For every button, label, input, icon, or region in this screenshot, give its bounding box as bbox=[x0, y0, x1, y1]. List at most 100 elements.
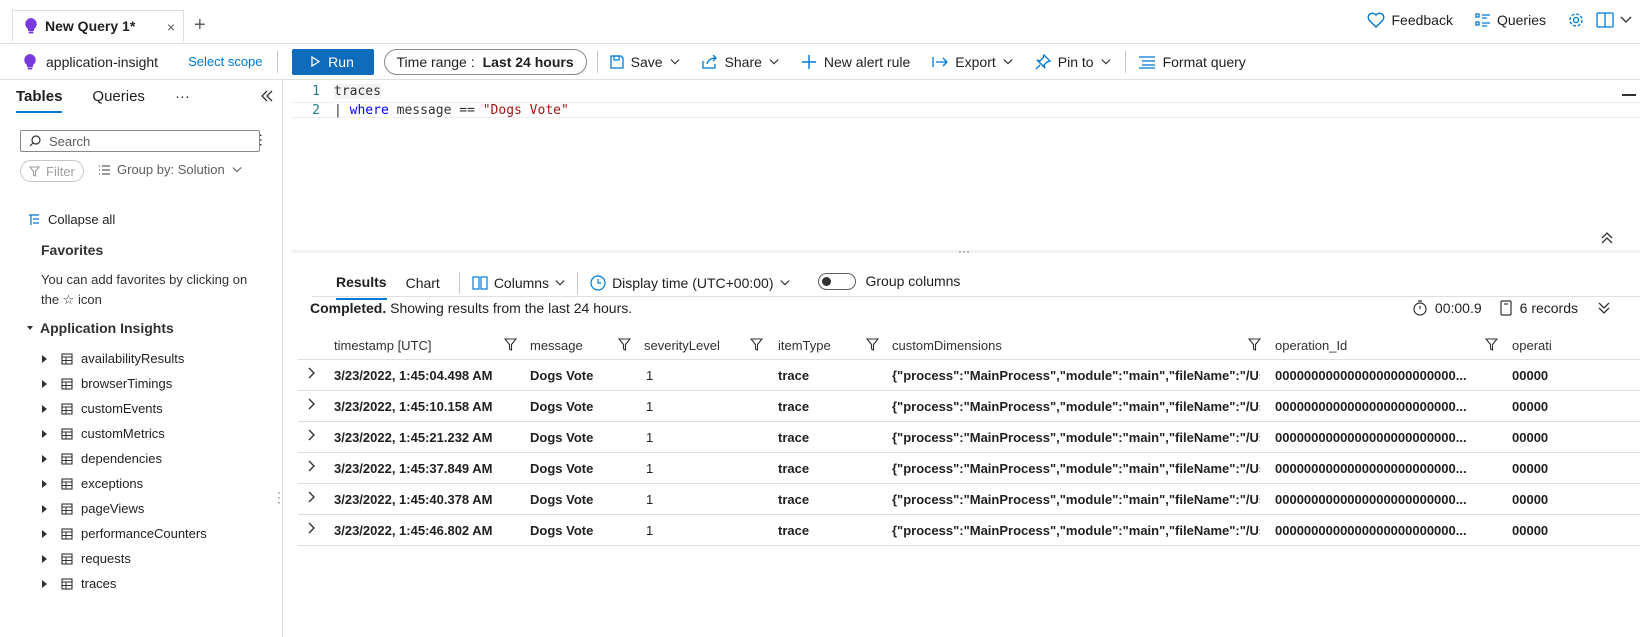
expand-row-icon[interactable] bbox=[308, 357, 316, 388]
time-range-button[interactable]: Time range : Last 24 hours bbox=[383, 48, 587, 75]
collapse-editor-icon[interactable] bbox=[1601, 232, 1613, 244]
expand-row-icon[interactable] bbox=[308, 512, 316, 543]
column-filter-icon[interactable] bbox=[750, 338, 763, 351]
table-cell: {"process":"MainProcess","module":"main"… bbox=[892, 368, 1260, 383]
format-query-button[interactable]: Format query bbox=[1138, 54, 1246, 70]
table-row[interactable]: 3/23/2022, 1:45:46.802 AM Dogs Vote 1 trace… bbox=[298, 515, 1640, 546]
new-alert-rule-button[interactable]: New alert rule bbox=[801, 54, 910, 70]
code-pipe: | bbox=[334, 103, 350, 118]
expand-row-icon[interactable] bbox=[308, 450, 316, 481]
new-alert-label: New alert rule bbox=[823, 53, 911, 70]
filter-button[interactable]: Filter bbox=[20, 160, 84, 182]
column-filter-icon[interactable] bbox=[1485, 338, 1498, 351]
table-icon bbox=[61, 527, 73, 540]
columns-button[interactable]: Columns bbox=[472, 275, 565, 291]
table-cell: 00000 bbox=[1512, 461, 1549, 476]
new-tab-button[interactable]: + bbox=[194, 14, 206, 37]
pin-to-button[interactable]: Pin to bbox=[1035, 53, 1111, 70]
table-item-pageViews[interactable]: pageViews bbox=[42, 496, 207, 521]
chevron-down-icon bbox=[779, 278, 790, 288]
column-header[interactable]: message bbox=[530, 330, 618, 360]
column-header[interactable]: operati bbox=[1512, 330, 1640, 360]
column-filter-icon[interactable] bbox=[618, 338, 631, 351]
caret-right-icon bbox=[42, 529, 47, 538]
more-options-icon[interactable]: ··· bbox=[175, 88, 190, 113]
column-header[interactable]: customDimensions bbox=[892, 330, 1260, 360]
pane-resize-handle[interactable]: · · · bbox=[277, 486, 281, 508]
search-more-icon[interactable]: ··· bbox=[254, 133, 270, 147]
column-header[interactable]: severityLevel bbox=[644, 330, 748, 360]
table-item-availabilityResults[interactable]: availabilityResults bbox=[42, 346, 207, 371]
column-header[interactable]: timestamp [UTC] bbox=[334, 330, 504, 360]
table-row[interactable]: 3/23/2022, 1:45:10.158 AM Dogs Vote 1 trace… bbox=[298, 391, 1640, 422]
table-item-browserTimings[interactable]: browserTimings bbox=[42, 371, 207, 396]
table-item-exceptions[interactable]: exceptions bbox=[42, 471, 207, 496]
layout-button[interactable] bbox=[1596, 12, 1614, 28]
collapse-pane-icon[interactable] bbox=[261, 90, 273, 102]
chevron-down-icon bbox=[769, 57, 779, 67]
column-header[interactable]: operation_Id bbox=[1275, 330, 1497, 360]
table-icon bbox=[61, 427, 73, 440]
expand-row-icon[interactable] bbox=[308, 388, 316, 419]
table-row[interactable]: 3/23/2022, 1:45:04.498 AM Dogs Vote 1 trace… bbox=[298, 360, 1640, 391]
toggle-switch[interactable] bbox=[817, 272, 856, 290]
select-scope-link[interactable]: Select scope bbox=[188, 54, 262, 69]
layout-dropdown[interactable] bbox=[1620, 16, 1632, 24]
table-item-customEvents[interactable]: customEvents bbox=[42, 396, 207, 421]
save-button[interactable]: Save bbox=[609, 54, 680, 70]
search-input[interactable]: Search bbox=[20, 130, 260, 152]
table-item-traces[interactable]: traces bbox=[42, 571, 207, 596]
chevron-down-icon bbox=[1620, 16, 1632, 24]
queries-button[interactable]: Queries bbox=[1475, 12, 1546, 28]
table-item-dependencies[interactable]: dependencies bbox=[42, 446, 207, 471]
table-row[interactable]: 3/23/2022, 1:45:21.232 AM Dogs Vote 1 trace… bbox=[298, 422, 1640, 453]
tab-new-query-1[interactable]: New Query 1* × bbox=[12, 10, 184, 43]
query-toolbar: application-insight Select scope Run Tim… bbox=[0, 44, 1640, 80]
search-placeholder: Search bbox=[49, 133, 91, 149]
export-label: Export bbox=[955, 53, 996, 70]
table-name: pageViews bbox=[81, 501, 145, 516]
group-columns-toggle[interactable]: Group columns bbox=[817, 272, 960, 290]
expand-row-icon[interactable] bbox=[308, 481, 316, 512]
chevron-down-icon bbox=[232, 165, 242, 175]
query-editor[interactable]: 1 traces 2 | where message == "Dogs Vote" bbox=[292, 80, 1640, 250]
table-row[interactable]: 3/23/2022, 1:45:40.378 AM Dogs Vote 1 trace… bbox=[298, 484, 1640, 515]
tab-queries[interactable]: Queries bbox=[92, 88, 145, 113]
run-button[interactable]: Run bbox=[291, 48, 374, 75]
export-icon bbox=[932, 56, 949, 68]
feedback-button[interactable]: Feedback bbox=[1367, 12, 1453, 28]
column-filter-icon[interactable] bbox=[504, 338, 517, 351]
table-cell: 0000000000000000000000000... bbox=[1275, 461, 1467, 476]
table-item-requests[interactable]: requests bbox=[42, 546, 207, 571]
table-cell: Dogs Vote bbox=[530, 430, 594, 445]
settings-button[interactable] bbox=[1568, 12, 1584, 28]
share-button[interactable]: Share bbox=[701, 54, 779, 70]
code-keyword: where bbox=[349, 103, 389, 118]
time-range-label: Time range : bbox=[396, 53, 475, 70]
export-button[interactable]: Export bbox=[932, 53, 1013, 70]
feedback-label: Feedback bbox=[1391, 12, 1453, 28]
table-item-customMetrics[interactable]: customMetrics bbox=[42, 421, 207, 446]
column-filter-icon[interactable] bbox=[866, 338, 879, 351]
expand-chevron-icon[interactable] bbox=[1598, 302, 1610, 314]
column-header[interactable]: itemType bbox=[778, 330, 872, 360]
display-time-dropdown[interactable]: Display time (UTC+00:00) bbox=[590, 275, 790, 291]
table-cell: 0000000000000000000000000... bbox=[1275, 523, 1467, 538]
application-insights-group[interactable]: Application Insights bbox=[26, 320, 174, 336]
table-row[interactable]: 3/23/2022, 1:45:37.849 AM Dogs Vote 1 trace… bbox=[298, 453, 1640, 484]
table-item-performanceCounters[interactable]: performanceCounters bbox=[42, 521, 207, 546]
tab-chart[interactable]: Chart bbox=[406, 275, 440, 291]
splitter-grip[interactable]: ··· bbox=[958, 244, 970, 258]
search-icon bbox=[29, 135, 41, 147]
expand-row-icon[interactable] bbox=[308, 419, 316, 450]
caret-right-icon bbox=[42, 504, 47, 513]
favorites-title: Favorites bbox=[41, 242, 104, 258]
collapse-all-button[interactable]: Collapse all bbox=[28, 212, 115, 227]
records-icon bbox=[1500, 300, 1512, 316]
close-tab-icon[interactable]: × bbox=[167, 19, 175, 35]
tab-tables[interactable]: Tables bbox=[16, 88, 63, 113]
column-filter-icon[interactable] bbox=[1248, 338, 1261, 351]
editor-scroll-marker bbox=[1622, 94, 1636, 96]
table-icon bbox=[61, 502, 73, 515]
group-by-dropdown[interactable]: Group by: Solution bbox=[98, 162, 242, 177]
